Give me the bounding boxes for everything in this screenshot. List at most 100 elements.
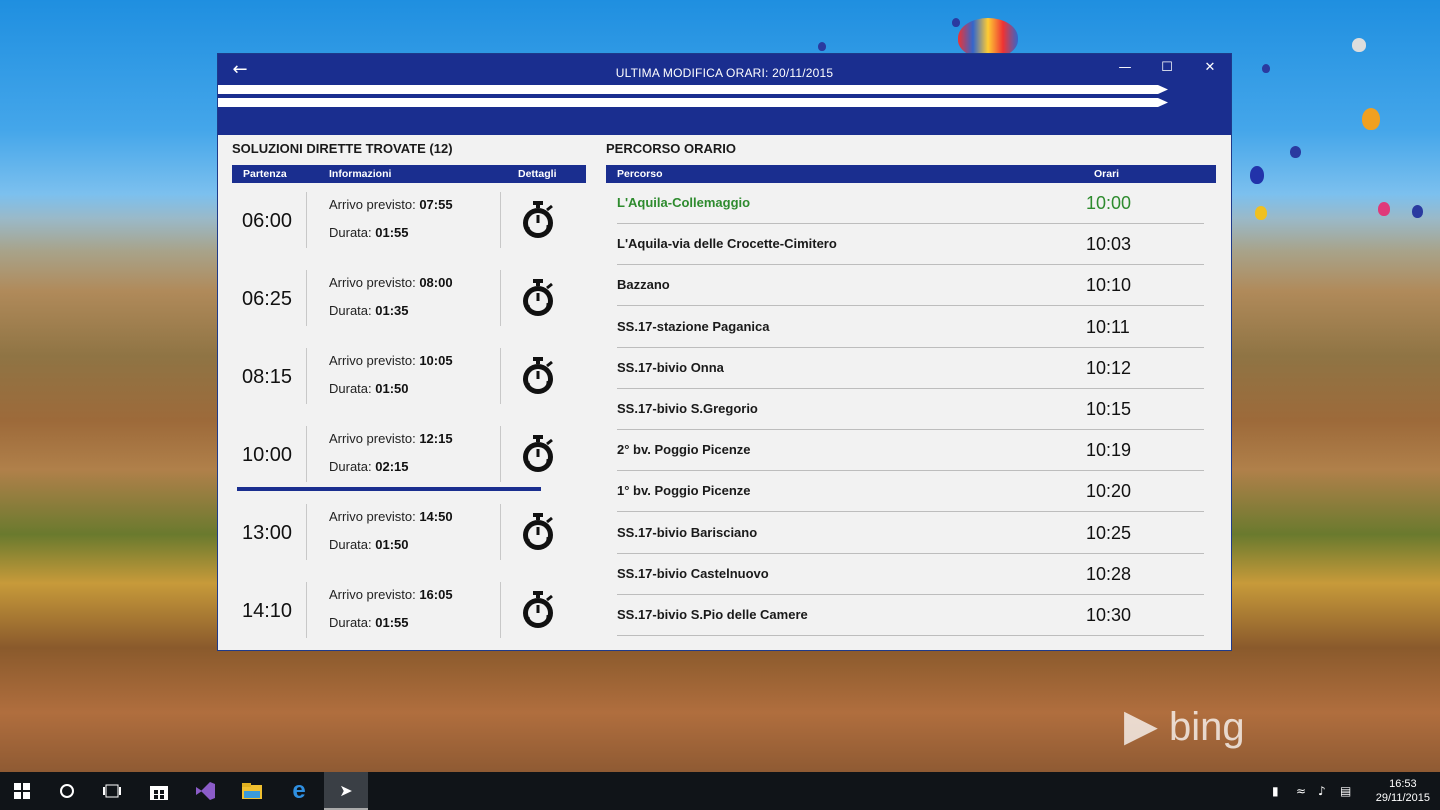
bing-watermark: ▶ bing: [1124, 701, 1245, 750]
arrival-info: Arrivo previsto: 08:00: [329, 275, 453, 290]
arrival-info: Arrivo previsto: 16:05: [329, 587, 453, 602]
route-stop-row: L'Aquila-via delle Crocette-Cimitero 10:0…: [617, 224, 1204, 266]
stop-name: SS.17-bivio S.Pio delle Camere: [617, 607, 808, 622]
stop-time: 10:11: [1086, 316, 1130, 337]
stop-time: 10:19: [1086, 440, 1132, 461]
duration-label: Durata:: [329, 615, 372, 630]
divider: [306, 504, 307, 560]
balloon-decoration: [958, 18, 1018, 58]
arrival-label: Arrivo previsto:: [329, 275, 416, 290]
arrival-label: Arrivo previsto:: [329, 353, 416, 368]
route-title: PERCORSO ORARIO: [606, 141, 737, 156]
battery-icon[interactable]: ▮: [1272, 772, 1279, 810]
solution-row[interactable]: 06:00 Arrivo previsto: 07:55 Durata: 01:55: [232, 188, 586, 266]
solutions-title: SOLUZIONI DIRETTE TROVATE (12): [232, 141, 453, 156]
minimize-icon[interactable]: —: [1106, 56, 1144, 80]
stopwatch-details-icon[interactable]: [520, 200, 556, 240]
solution-row[interactable]: 13:00 Arrivo previsto: 14:50 Durata: 01:50: [232, 500, 586, 578]
stop-time: 10:03: [1086, 234, 1132, 255]
divider: [500, 582, 501, 638]
solution-row[interactable]: 14:10 Arrivo previsto: 16:05 Durata: 01:55: [232, 578, 586, 650]
arrival-label: Arrivo previsto:: [329, 509, 416, 524]
route-stop-row: SS.17-bivio Onna 10:12: [617, 348, 1204, 389]
duration-label: Durata:: [329, 459, 372, 474]
balloon-decoration: [1255, 206, 1267, 220]
balloon-decoration: [1378, 202, 1390, 216]
duration-label: Durata:: [329, 537, 372, 552]
stop-name: L'Aquila-via delle Crocette-Cimitero: [617, 236, 837, 252]
route-stop-row: SS.17-stazione Paganica 10:11: [617, 307, 1204, 348]
solutions-header: Partenza Informazioni Dettagli: [232, 165, 586, 183]
edge-icon[interactable]: e: [277, 772, 321, 810]
windows-start-icon[interactable]: [0, 772, 44, 810]
divider: [500, 348, 501, 404]
stop-time: 10:15: [1086, 399, 1132, 419]
stop-time: 10:10: [1086, 275, 1132, 296]
route-header: Percorso Orari: [606, 165, 1216, 183]
duration-value: 02:15: [375, 459, 409, 474]
stop-time: 10:00: [1086, 193, 1132, 213]
stop-name: SS.17-bivio S.Gregorio: [617, 401, 758, 416]
duration-info: Durata: 01:50: [329, 537, 409, 552]
duration-info: Durata: 01:55: [329, 225, 409, 240]
title-bar: ← ULTIMA MODIFICA ORARI: 20/11/2015 — ☐ …: [218, 54, 1231, 135]
taskbar: e ➤ ▮ ≈ ♪ ▤ 16:53 29/11/2015: [0, 772, 1440, 810]
duration-value: 01:55: [375, 615, 409, 630]
stopwatch-details-icon[interactable]: [520, 434, 556, 474]
action-center-icon[interactable]: ▤: [1340, 772, 1351, 810]
stop-name: SS.17-bivio Castelnuovo: [617, 565, 769, 581]
taskbar-clock[interactable]: 16:53 29/11/2015: [1376, 777, 1430, 805]
wifi-icon[interactable]: ≈: [1296, 772, 1306, 810]
balloon-decoration: [1362, 108, 1380, 130]
divider: [306, 192, 307, 248]
divider: [500, 192, 501, 248]
bus-app-icon[interactable]: ➤: [324, 772, 368, 810]
maximize-icon[interactable]: ☐: [1148, 56, 1186, 80]
departure-time: 06:25: [242, 288, 293, 310]
divider: [306, 348, 307, 404]
stopwatch-details-icon[interactable]: [520, 356, 556, 396]
departure-time: 10:00: [242, 444, 293, 466]
volume-icon[interactable]: ♪: [1318, 772, 1326, 810]
col-dettagli: Dettagli: [518, 168, 557, 180]
header-stripe: [218, 85, 1168, 94]
store-icon[interactable]: [137, 772, 181, 810]
col-informazioni: Informazioni: [329, 168, 392, 180]
duration-label: Durata:: [329, 381, 372, 396]
duration-label: Durata:: [329, 303, 372, 318]
solution-row[interactable]: 06:25 Arrivo previsto: 08:00 Durata: 01:35: [232, 266, 586, 344]
departure-time: 13:00: [242, 522, 293, 544]
duration-label: Durata:: [329, 225, 372, 240]
divider: [500, 504, 501, 560]
file-explorer-icon[interactable]: [230, 772, 274, 810]
selected-row-indicator: [237, 487, 541, 491]
visual-studio-icon[interactable]: [183, 772, 227, 810]
clock-time: 16:53: [1389, 778, 1417, 790]
route-stop-row: SS.17-bivio Castelnuovo 10:28: [617, 554, 1204, 595]
duration-value: 01:50: [375, 537, 409, 552]
close-icon[interactable]: ✕: [1191, 56, 1229, 80]
header-stripe: [218, 98, 1168, 107]
arrival-info: Arrivo previsto: 07:55: [329, 197, 453, 212]
duration-info: Durata: 01:55: [329, 615, 409, 630]
balloon-decoration: [952, 18, 960, 27]
route-stop-row: 1° bv. Poggio Picenze 10:20: [617, 471, 1204, 513]
arrival-label: Arrivo previsto:: [329, 431, 416, 446]
clock-date: 29/11/2015: [1375, 792, 1430, 804]
cortana-circle-icon[interactable]: [45, 772, 89, 810]
stop-time: 10:28: [1086, 563, 1132, 584]
task-view-icon[interactable]: [90, 772, 134, 810]
stop-name: 1° bv. Poggio Picenze: [617, 483, 751, 499]
balloon-decoration: [1352, 38, 1366, 52]
arrival-info: Arrivo previsto: 12:15: [329, 431, 453, 446]
divider: [500, 270, 501, 326]
stop-name: L'Aquila-Collemaggio: [617, 195, 751, 210]
duration-info: Durata: 02:15: [329, 459, 409, 474]
col-partenza: Partenza: [243, 168, 287, 180]
col-percorso: Percorso: [617, 168, 663, 180]
departure-time: 06:00: [242, 210, 293, 232]
stopwatch-details-icon[interactable]: [520, 512, 556, 552]
solution-row[interactable]: 08:15 Arrivo previsto: 10:05 Durata: 01:50: [232, 344, 586, 422]
stopwatch-details-icon[interactable]: [520, 590, 556, 630]
stopwatch-details-icon[interactable]: [520, 278, 556, 318]
